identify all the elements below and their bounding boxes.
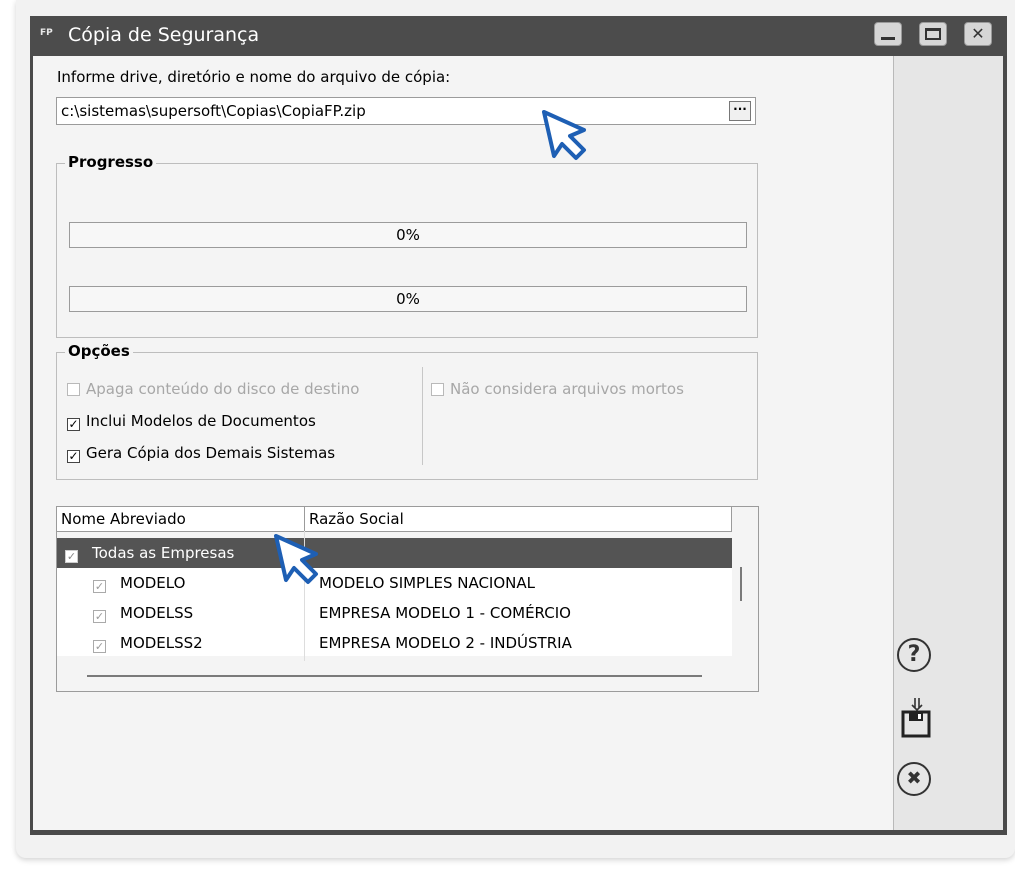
options-divider — [422, 367, 423, 465]
row-company-name: MODELO SIMPLES NACIONAL — [319, 574, 535, 592]
option-label: Gera Cópia dos Demais Sistemas — [86, 444, 336, 462]
option-clear-destination[interactable]: Apaga conteúdo do disco de destino — [67, 380, 359, 398]
cancel-icon: ✖ — [897, 762, 931, 796]
checkbox-checked-icon[interactable]: ✓ — [93, 640, 106, 653]
help-icon: ? — [897, 638, 931, 672]
progress-bar-2-text: 0% — [396, 290, 420, 308]
row-company-name: EMPRESA MODELO 2 - INDÚSTRIA — [319, 634, 572, 652]
browse-button[interactable]: ··· — [729, 101, 751, 121]
options-group: Opções Apaga conteúdo do disco de destin… — [56, 342, 758, 480]
option-label: Inclui Modelos de Documentos — [86, 412, 316, 430]
checkbox-checked-icon[interactable]: ✓ — [65, 550, 78, 563]
save-backup-button[interactable] — [897, 696, 937, 738]
row-code: MODELSS2 — [120, 634, 203, 652]
column-header-short-name[interactable]: Nome Abreviado — [57, 507, 305, 531]
progress-bar-1: 0% — [69, 222, 747, 248]
progress-group: Progresso 0% 0% — [56, 153, 758, 338]
horizontal-scrollbar[interactable] — [87, 675, 702, 677]
main-panel: Informe drive, diretório e nome do arqui… — [33, 56, 893, 830]
mouse-pointer-icon — [542, 110, 586, 160]
window-title: Cópia de Segurança — [68, 24, 260, 46]
progress-bar-1-text: 0% — [396, 226, 420, 244]
app-icon: FP — [40, 28, 53, 38]
checkbox-checked-icon: ✓ — [67, 449, 80, 463]
option-label: Apaga conteúdo do disco de destino — [86, 380, 360, 398]
row-short-name: ✓ Todas as Empresas — [65, 538, 234, 568]
vertical-scrollbar[interactable] — [740, 567, 742, 601]
grid-header: Nome Abreviado Razão Social — [57, 507, 732, 532]
row-company-name: EMPRESA MODELO 1 - COMÉRCIO — [319, 604, 571, 622]
close-button[interactable]: ✕ — [964, 22, 992, 46]
progress-bar-2: 0% — [69, 286, 747, 312]
column-header-company-name[interactable]: Razão Social — [305, 507, 732, 531]
title-bar[interactable]: FP Cópia de Segurança ✕ — [30, 16, 1007, 56]
option-copy-other-systems[interactable]: ✓ Gera Cópia dos Demais Sistemas — [67, 444, 335, 463]
close-icon: ✕ — [971, 24, 985, 43]
row-short-name: ✓ MODELSS2 — [93, 628, 203, 658]
backup-window: FP Cópia de Segurança ✕ Informe drive, d… — [30, 16, 1007, 835]
row-short-name: ✓ MODELO — [93, 568, 185, 598]
table-row[interactable]: ✓ MODELSS2 EMPRESA MODELO 2 - INDÚSTRIA — [57, 628, 732, 656]
grid-row-all-companies[interactable]: ✓ Todas as Empresas — [57, 538, 732, 568]
row-code: MODELO — [120, 574, 186, 592]
minimize-icon — [881, 37, 895, 40]
checkbox-checked-icon[interactable]: ✓ — [93, 610, 106, 623]
checkbox-checked-icon[interactable]: ✓ — [93, 580, 106, 593]
option-include-document-models[interactable]: ✓ Inclui Modelos de Documentos — [67, 412, 316, 431]
table-row[interactable]: ✓ MODELSS EMPRESA MODELO 1 - COMÉRCIO — [57, 598, 732, 628]
option-ignore-dead-files[interactable]: Não considera arquivos mortos — [431, 380, 684, 398]
companies-grid: Nome Abreviado Razão Social ✓ Todas as Em… — [56, 506, 759, 692]
cancel-button[interactable]: ✖ — [894, 762, 934, 802]
row-code: MODELSS — [120, 604, 194, 622]
help-button[interactable]: ? — [894, 638, 934, 678]
file-path-label: Informe drive, diretório e nome do arqui… — [57, 68, 451, 86]
minimize-button[interactable] — [874, 22, 902, 46]
options-group-title: Opções — [65, 342, 133, 360]
row-label: Todas as Empresas — [92, 544, 235, 562]
progress-group-title: Progresso — [65, 153, 157, 171]
mouse-pointer-icon — [274, 534, 318, 584]
checkbox-icon — [431, 383, 444, 396]
table-row[interactable]: ✓ MODELO MODELO SIMPLES NACIONAL — [57, 568, 732, 598]
checkbox-icon — [67, 383, 80, 396]
row-short-name: ✓ MODELSS — [93, 598, 193, 628]
checkbox-checked-icon: ✓ — [67, 417, 80, 431]
file-path-input[interactable]: c:\sistemas\supersoft\Copias\CopiaFP.zip — [56, 97, 756, 125]
option-label: Não considera arquivos mortos — [450, 380, 684, 398]
save-icon — [901, 698, 931, 738]
maximize-icon — [925, 28, 941, 40]
maximize-button[interactable] — [919, 22, 947, 46]
